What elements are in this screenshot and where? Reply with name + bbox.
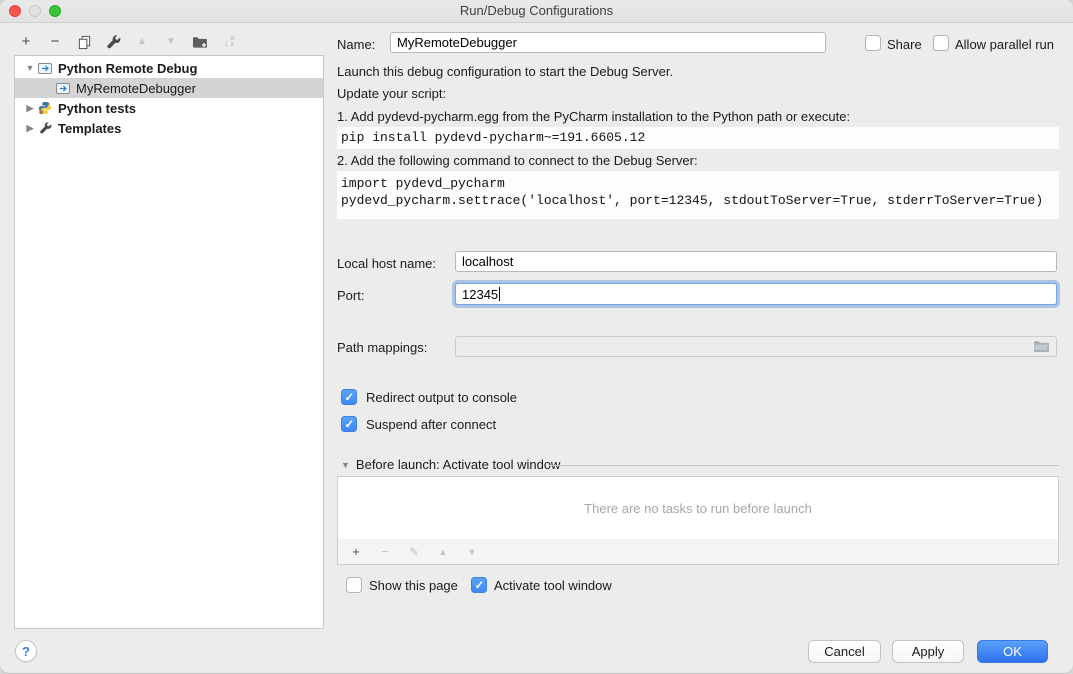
arrow-up-icon: ▲ bbox=[134, 34, 150, 50]
show-this-page-checkbox[interactable] bbox=[346, 577, 362, 593]
settrace-code-line2: pydevd_pycharm.settrace('localhost', por… bbox=[341, 192, 1059, 209]
instruction-step1: 1. Add pydevd-pycharm.egg from the PyCha… bbox=[337, 109, 850, 124]
allow-parallel-run-checkbox[interactable] bbox=[933, 35, 949, 51]
python-tests-icon bbox=[37, 101, 53, 115]
titlebar: Run/Debug Configurations bbox=[0, 0, 1073, 23]
remote-debug-config-icon bbox=[55, 81, 71, 95]
activate-tool-window-label: Activate tool window bbox=[494, 578, 612, 593]
cancel-button[interactable]: Cancel bbox=[808, 640, 881, 663]
redirect-output-checkbox[interactable] bbox=[341, 389, 357, 405]
activate-tool-window-checkbox[interactable] bbox=[471, 577, 487, 593]
instruction-intro: Launch this debug configuration to start… bbox=[337, 64, 673, 79]
tree-item-python-remote-debug[interactable]: ▼ Python Remote Debug bbox=[15, 58, 323, 78]
window-title: Run/Debug Configurations bbox=[0, 3, 1073, 18]
local-host-label: Local host name: bbox=[337, 256, 436, 271]
text-cursor bbox=[499, 287, 500, 301]
apply-button[interactable]: Apply bbox=[892, 640, 964, 663]
tree-item-label: Python Remote Debug bbox=[58, 61, 197, 76]
name-input-value: MyRemoteDebugger bbox=[397, 35, 517, 50]
chevron-right-icon[interactable]: ▶ bbox=[23, 123, 37, 134]
chevron-down-icon[interactable]: ▼ bbox=[341, 460, 350, 470]
before-launch-toolbar: + − ✎ ▲ ▼ bbox=[337, 539, 1059, 565]
arrow-up-icon: ▲ bbox=[435, 544, 451, 560]
local-host-input-value: localhost bbox=[462, 254, 513, 269]
wrench-icon bbox=[37, 121, 53, 135]
before-launch-title: Before launch: Activate tool window bbox=[356, 457, 561, 472]
configurations-tree: ▼ Python Remote Debug MyRemoteDebugger ▶ bbox=[14, 55, 324, 629]
chevron-down-icon[interactable]: ▼ bbox=[23, 63, 37, 73]
sort-az-icon: ↓az bbox=[221, 34, 237, 50]
name-input[interactable]: MyRemoteDebugger bbox=[390, 32, 826, 53]
port-input-value: 12345 bbox=[462, 287, 498, 302]
show-this-page-label: Show this page bbox=[369, 578, 458, 593]
suspend-after-connect-label: Suspend after connect bbox=[366, 417, 496, 432]
browse-folder-icon[interactable] bbox=[1033, 339, 1051, 354]
tree-item-label: MyRemoteDebugger bbox=[76, 81, 196, 96]
allow-parallel-run-label: Allow parallel run bbox=[955, 37, 1054, 52]
remote-debug-config-icon bbox=[37, 61, 53, 75]
suspend-after-connect-checkbox[interactable] bbox=[341, 416, 357, 432]
path-mappings-input[interactable] bbox=[455, 336, 1057, 357]
arrow-down-icon: ▼ bbox=[464, 544, 480, 560]
before-launch-task-list[interactable]: There are no tasks to run before launch bbox=[337, 476, 1059, 540]
ok-button[interactable]: OK bbox=[977, 640, 1048, 663]
port-input[interactable]: 12345 bbox=[455, 283, 1057, 305]
configurations-toolbar: + − ▲ ▼ ↓az bbox=[18, 30, 237, 54]
minus-icon: − bbox=[377, 544, 393, 560]
local-host-input[interactable]: localhost bbox=[455, 251, 1057, 272]
minus-icon[interactable]: − bbox=[47, 34, 63, 50]
plus-icon[interactable]: + bbox=[348, 544, 364, 560]
wrench-icon[interactable] bbox=[105, 34, 121, 50]
before-launch-header[interactable]: ▼ Before launch: Activate tool window bbox=[341, 457, 560, 472]
before-launch-separator bbox=[548, 465, 1059, 466]
tree-item-label: Templates bbox=[58, 121, 121, 136]
new-folder-icon[interactable] bbox=[192, 34, 208, 50]
instruction-step2: 2. Add the following command to connect … bbox=[337, 153, 698, 168]
instruction-update: Update your script: bbox=[337, 86, 446, 101]
copy-icon[interactable] bbox=[76, 34, 92, 50]
pencil-icon: ✎ bbox=[406, 544, 422, 560]
before-launch-empty-text: There are no tasks to run before launch bbox=[584, 501, 812, 516]
chevron-right-icon[interactable]: ▶ bbox=[23, 103, 37, 114]
name-label: Name: bbox=[337, 37, 375, 52]
share-checkbox[interactable] bbox=[865, 35, 881, 51]
question-mark-icon: ? bbox=[22, 644, 30, 659]
port-label: Port: bbox=[337, 288, 364, 303]
tree-item-label: Python tests bbox=[58, 101, 136, 116]
pip-install-code[interactable]: pip install pydevd-pycharm~=191.6605.12 bbox=[337, 127, 1059, 149]
path-mappings-label: Path mappings: bbox=[337, 340, 427, 355]
tree-item-myremotedebugger[interactable]: MyRemoteDebugger bbox=[15, 78, 323, 98]
share-label: Share bbox=[887, 37, 922, 52]
help-button[interactable]: ? bbox=[15, 640, 37, 662]
settrace-code-line1: import pydevd_pycharm bbox=[341, 175, 1059, 192]
run-debug-configurations-dialog: Run/Debug Configurations + − ▲ ▼ ↓az ▼ P… bbox=[0, 0, 1073, 674]
plus-icon[interactable]: + bbox=[18, 34, 34, 50]
redirect-output-label: Redirect output to console bbox=[366, 390, 517, 405]
tree-item-templates[interactable]: ▶ Templates bbox=[15, 118, 323, 138]
tree-item-python-tests[interactable]: ▶ Python tests bbox=[15, 98, 323, 118]
settrace-code[interactable]: import pydevd_pycharm pydevd_pycharm.set… bbox=[337, 171, 1059, 219]
arrow-down-icon: ▼ bbox=[163, 34, 179, 50]
